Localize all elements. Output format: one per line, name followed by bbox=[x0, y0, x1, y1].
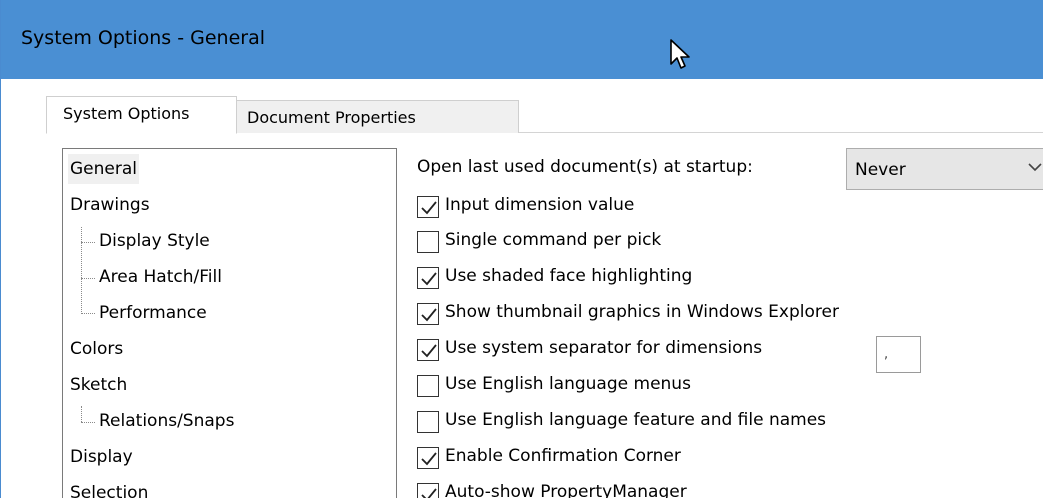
option-label: Enable Confirmation Corner bbox=[445, 446, 681, 466]
option-label: Use English language feature and file na… bbox=[445, 410, 827, 430]
tree-guide-line bbox=[81, 313, 95, 314]
chevron-down-icon bbox=[1028, 163, 1042, 172]
tree-item-label: Relations/Snaps bbox=[99, 411, 235, 431]
tree-item-label: Sketch bbox=[70, 375, 128, 395]
tree-item-drawings[interactable]: Drawings bbox=[70, 190, 150, 220]
option-checkbox[interactable] bbox=[417, 339, 439, 361]
option-label: Show thumbnail graphics in Windows Explo… bbox=[445, 302, 839, 322]
option-label: Single command per pick bbox=[445, 230, 662, 250]
tree-item-display[interactable]: Display bbox=[70, 442, 133, 472]
mouse-pointer-icon bbox=[670, 39, 690, 69]
option-checkbox[interactable] bbox=[417, 196, 439, 218]
tab-label: Document Properties bbox=[247, 108, 416, 127]
tree-item-label: Area Hatch/Fill bbox=[99, 267, 222, 287]
startup-dropdown[interactable]: Never bbox=[846, 148, 1043, 190]
tree-item-label: Display Style bbox=[99, 231, 210, 251]
tree-guide-line bbox=[81, 406, 82, 422]
tab-document-properties[interactable]: Document Properties bbox=[237, 100, 519, 133]
tree-guide-line bbox=[81, 227, 82, 314]
checkmark-icon bbox=[421, 344, 437, 358]
option-checkbox[interactable] bbox=[417, 375, 439, 397]
checkmark-icon bbox=[421, 452, 437, 466]
tree-item-sketch[interactable]: Sketch bbox=[70, 370, 127, 400]
option-label: Use shaded face highlighting bbox=[445, 266, 693, 286]
tree-item-label: Drawings bbox=[70, 195, 150, 215]
option-checkbox[interactable] bbox=[417, 447, 439, 469]
option-checkbox[interactable] bbox=[417, 231, 439, 253]
checkmark-icon bbox=[421, 488, 437, 498]
separator-field[interactable]: , bbox=[876, 336, 921, 373]
tree-item-area-hatch-fill[interactable]: Area Hatch/Fill bbox=[99, 262, 222, 292]
option-checkbox[interactable] bbox=[417, 483, 439, 498]
tree-item-label: Colors bbox=[70, 339, 124, 359]
title-bar[interactable]: System Options - General bbox=[1, 0, 1043, 79]
tree-item-colors[interactable]: Colors bbox=[70, 334, 123, 364]
system-options-window: System Options - General System Options … bbox=[0, 0, 1043, 498]
tree-guide-line bbox=[81, 278, 95, 279]
separator-value: , bbox=[884, 347, 889, 362]
option-checkbox[interactable] bbox=[417, 267, 439, 289]
checkmark-icon bbox=[421, 308, 437, 322]
startup-dropdown-value: Never bbox=[855, 160, 906, 180]
tree-item-selection[interactable]: Selection bbox=[70, 478, 148, 498]
tree-item-display-style[interactable]: Display Style bbox=[99, 226, 210, 256]
tree-item-relations-snaps[interactable]: Relations/Snaps bbox=[99, 406, 234, 436]
tree-item-label: General bbox=[70, 159, 137, 179]
option-label: Auto-show PropertyManager bbox=[445, 482, 687, 498]
tree-guide-line bbox=[81, 242, 95, 243]
tree-item-label: Display bbox=[70, 447, 133, 467]
window-title: System Options - General bbox=[21, 27, 266, 49]
checkmark-icon bbox=[421, 272, 437, 286]
option-checkbox[interactable] bbox=[417, 303, 439, 325]
tree-guide-line bbox=[81, 422, 95, 423]
tree-item-general[interactable]: General bbox=[68, 154, 139, 184]
tree-item-label: Performance bbox=[99, 303, 207, 323]
startup-label: Open last used document(s) at startup: bbox=[417, 157, 753, 177]
tab-strip: System Options Document Properties bbox=[46, 96, 1043, 134]
checkmark-icon bbox=[421, 201, 437, 215]
option-checkbox[interactable] bbox=[417, 411, 439, 433]
option-label: Use English language menus bbox=[445, 374, 691, 394]
option-label: Use system separator for dimensions bbox=[445, 338, 763, 358]
option-label: Input dimension value bbox=[445, 195, 635, 215]
tree-item-performance[interactable]: Performance bbox=[99, 298, 207, 328]
options-tree[interactable]: General Drawings Display Style Area Hatc… bbox=[62, 148, 397, 498]
tab-system-options[interactable]: System Options bbox=[46, 96, 237, 134]
tab-label: System Options bbox=[63, 104, 190, 123]
tree-item-label: Selection bbox=[70, 483, 149, 498]
